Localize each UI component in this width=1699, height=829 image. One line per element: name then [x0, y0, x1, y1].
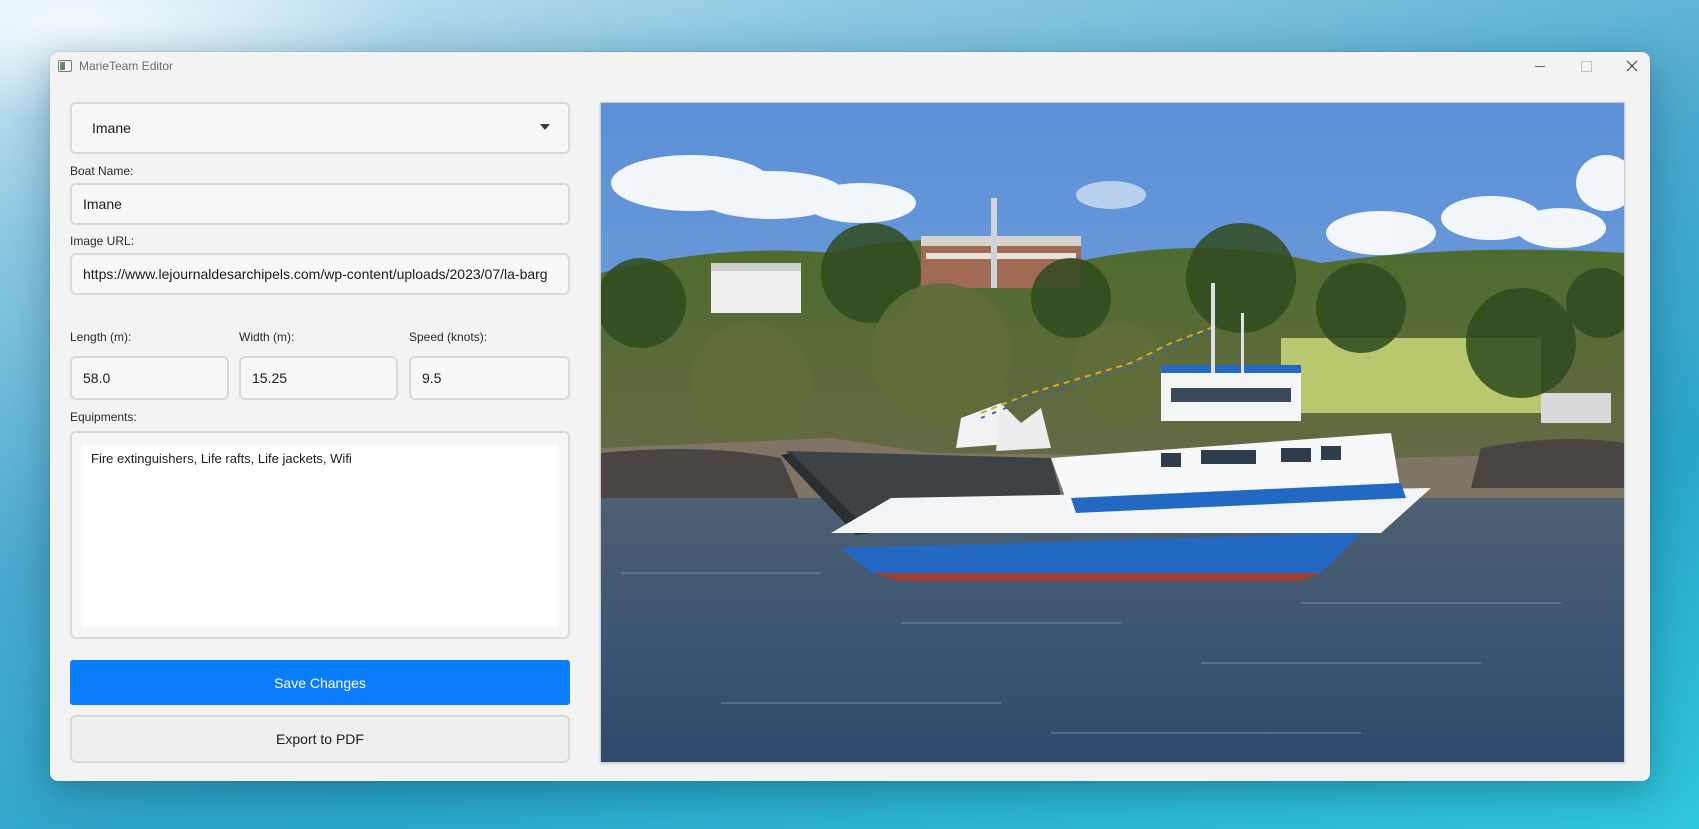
minimize-icon [1535, 65, 1545, 67]
length-label: Length (m): [70, 330, 132, 344]
app-icon [58, 60, 72, 72]
equipments-label: Equipments: [70, 410, 137, 424]
length-value: 58.0 [83, 370, 111, 386]
width-value: 15.25 [252, 370, 288, 386]
app-window: MarieTeam Editor Imane Boat Name: Imane … [50, 52, 1650, 781]
width-input[interactable]: 15.25 [239, 356, 398, 400]
boat-name-input[interactable]: Imane [70, 183, 570, 225]
maximize-button[interactable] [1563, 52, 1609, 80]
window-title: MarieTeam Editor [79, 59, 174, 73]
minimize-button[interactable] [1517, 52, 1563, 80]
boat-name-label: Boat Name: [70, 164, 134, 178]
speed-label: Speed (knots): [409, 330, 488, 344]
boat-image [600, 102, 1625, 763]
length-input[interactable]: 58.0 [70, 356, 229, 400]
close-button[interactable] [1609, 52, 1650, 80]
speed-input[interactable]: 9.5 [409, 356, 570, 400]
width-label: Width (m): [239, 330, 295, 344]
image-url-input[interactable]: https://www.lejournaldesarchipels.com/wp… [70, 253, 570, 295]
equipments-field: Fire extinguishers, Life rafts, Life jac… [70, 431, 570, 639]
maximize-icon [1580, 60, 1592, 72]
speed-value: 9.5 [422, 370, 442, 386]
equipments-textarea[interactable]: Fire extinguishers, Life rafts, Life jac… [82, 445, 558, 627]
boat-select-value: Imane [92, 120, 131, 136]
export-pdf-button[interactable]: Export to PDF [70, 715, 570, 763]
boat-select-dropdown[interactable]: Imane [70, 102, 570, 154]
title-bar[interactable]: MarieTeam Editor [50, 52, 1650, 80]
image-url-label: Image URL: [70, 234, 135, 248]
boat-name-value: Imane [83, 196, 122, 212]
chevron-down-icon [540, 124, 550, 130]
boat-photo [601, 103, 1624, 762]
save-changes-button[interactable]: Save Changes [70, 660, 570, 705]
image-url-value: https://www.lejournaldesarchipels.com/wp… [83, 266, 548, 282]
close-icon [1626, 60, 1638, 72]
